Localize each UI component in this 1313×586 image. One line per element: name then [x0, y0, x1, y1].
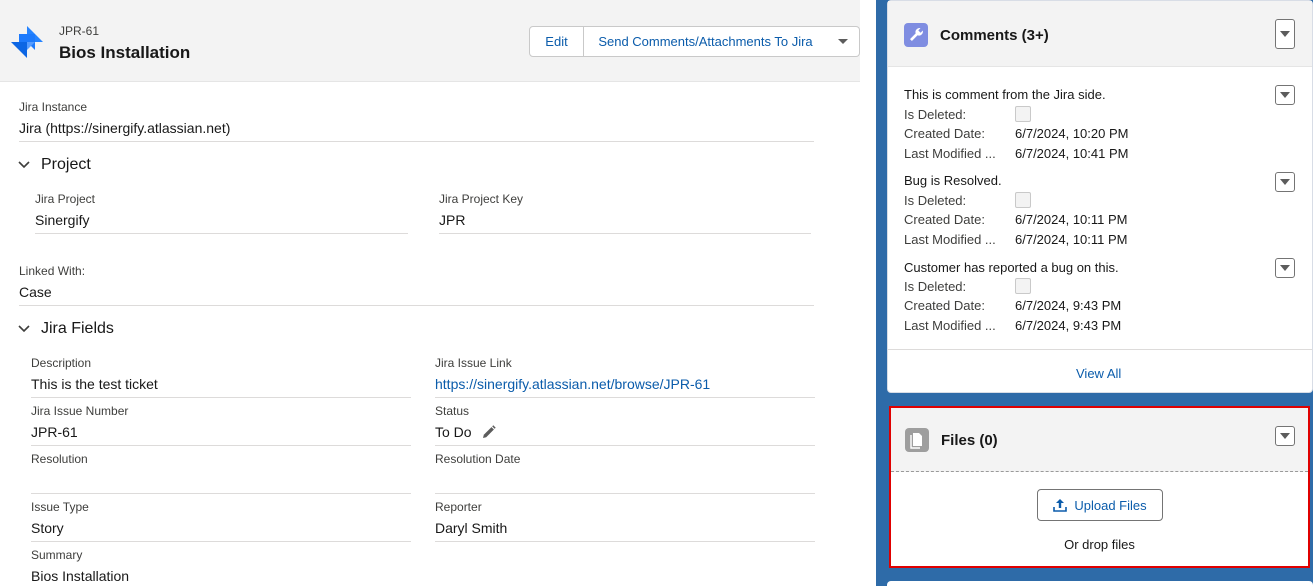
chevron-down-icon [838, 38, 848, 44]
divider [888, 349, 1312, 350]
created-date-value: 6/7/2024, 9:43 PM [1015, 298, 1122, 313]
last-modified-label: Last Modified ... [904, 232, 996, 247]
record-title: Bios Installation [59, 43, 191, 62]
summary-label: Summary [31, 548, 83, 562]
linked-with-value: Case [19, 284, 52, 300]
issue-number-value: JPR-61 [31, 424, 78, 440]
is-deleted-checkbox [1015, 278, 1031, 294]
comment-menu-button[interactable] [1275, 172, 1295, 192]
divider [435, 541, 815, 542]
is-deleted-label: Is Deleted: [904, 193, 967, 208]
reporter-value: Daryl Smith [435, 520, 508, 536]
wrench-icon [904, 23, 928, 47]
created-date-value: 6/7/2024, 10:11 PM [1015, 212, 1128, 227]
last-modified-label: Last Modified ... [904, 318, 996, 333]
chevron-down-icon [18, 325, 30, 333]
section-jira-fields-label: Jira Fields [41, 320, 114, 337]
record-detail-panel: JPR-61 Bios Installation Edit Send Comme… [0, 0, 876, 586]
files-card: Files (0) Upload Files Or drop files [889, 406, 1310, 568]
upload-icon [1053, 499, 1068, 512]
comment-text: Bug is Resolved. [904, 173, 1002, 188]
divider [19, 141, 814, 142]
comment-menu-button[interactable] [1275, 258, 1295, 278]
action-button-group: Edit Send Comments/Attachments To Jira [529, 26, 828, 57]
files-card-header: Files (0) [891, 408, 1308, 472]
section-project[interactable]: Project [17, 156, 91, 174]
chevron-down-icon [1280, 264, 1290, 271]
comment-text: This is comment from the Jira side. [904, 87, 1106, 102]
comments-card-header: Comments (3+) [888, 1, 1312, 67]
chevron-down-icon [1280, 178, 1290, 185]
view-all-link[interactable]: View All [1076, 366, 1121, 381]
files-title: Files (0) [941, 432, 998, 449]
chevron-down-icon [1280, 432, 1290, 439]
created-date-label: Created Date: [904, 126, 985, 141]
last-modified-value: 6/7/2024, 9:43 PM [1015, 318, 1122, 333]
linked-with-label: Linked With: [19, 264, 86, 278]
is-deleted-label: Is Deleted: [904, 107, 967, 122]
chevron-down-icon [18, 161, 30, 169]
chevron-down-icon [1280, 91, 1290, 98]
last-modified-value: 6/7/2024, 10:41 PM [1015, 146, 1129, 161]
send-comments-attachments-button[interactable]: Send Comments/Attachments To Jira [584, 26, 828, 57]
divider [35, 233, 408, 234]
description-value: This is the test ticket [31, 376, 158, 392]
jira-project-key-label: Jira Project Key [439, 192, 524, 206]
jira-project-label: Jira Project [35, 192, 96, 206]
record-key: JPR-61 [59, 24, 100, 38]
comments-card: Comments (3+) This is comment from the J… [887, 0, 1313, 393]
is-deleted-label: Is Deleted: [904, 279, 967, 294]
divider [435, 397, 815, 398]
divider [31, 541, 411, 542]
last-modified-value: 6/7/2024, 10:11 PM [1015, 232, 1128, 247]
file-icon [905, 428, 929, 452]
jira-instance-label: Jira Instance [19, 100, 88, 114]
comments-menu-button[interactable] [1275, 19, 1295, 49]
jira-project-key-value: JPR [439, 212, 466, 228]
resolution-date-label: Resolution Date [435, 452, 521, 466]
section-project-label: Project [41, 156, 91, 173]
jira-logo-icon [11, 26, 43, 58]
more-actions-button[interactable] [827, 26, 860, 57]
jira-instance-value: Jira (https://sinergify.atlassian.net) [19, 120, 231, 136]
last-modified-label: Last Modified ... [904, 146, 996, 161]
upload-files-button[interactable]: Upload Files [1037, 489, 1163, 521]
divider [439, 233, 811, 234]
edit-pencil-icon[interactable] [481, 425, 496, 440]
created-date-value: 6/7/2024, 10:20 PM [1015, 126, 1129, 141]
issue-type-label: Issue Type [31, 500, 89, 514]
divider [31, 397, 411, 398]
status-value: To Do [435, 424, 472, 440]
issue-number-label: Jira Issue Number [31, 404, 129, 418]
status-label: Status [435, 404, 470, 418]
edit-button[interactable]: Edit [529, 26, 584, 57]
issue-link-label: Jira Issue Link [435, 356, 512, 370]
chevron-down-icon [1280, 30, 1290, 37]
jira-project-value: Sinergify [35, 212, 90, 228]
record-header: JPR-61 Bios Installation Edit Send Comme… [0, 0, 860, 82]
divider [31, 445, 411, 446]
issue-link[interactable]: https://sinergify.atlassian.net/browse/J… [435, 376, 710, 392]
resolution-label: Resolution [31, 452, 88, 466]
created-date-label: Created Date: [904, 212, 985, 227]
comment-text: Customer has reported a bug on this. [904, 260, 1119, 275]
divider [19, 305, 814, 306]
reporter-label: Reporter [435, 500, 482, 514]
is-deleted-checkbox [1015, 106, 1031, 122]
drop-files-text: Or drop files [1064, 537, 1135, 552]
upload-files-label: Upload Files [1074, 497, 1147, 513]
created-date-label: Created Date: [904, 298, 985, 313]
divider [31, 493, 411, 494]
comments-title: Comments (3+) [940, 27, 1049, 44]
issue-type-value: Story [31, 520, 64, 536]
description-label: Description [31, 356, 92, 370]
is-deleted-checkbox [1015, 192, 1031, 208]
section-jira-fields[interactable]: Jira Fields [17, 320, 114, 338]
next-card-edge [887, 581, 1313, 586]
divider [435, 445, 815, 446]
files-menu-button[interactable] [1275, 426, 1295, 446]
summary-value: Bios Installation [31, 568, 130, 584]
divider [435, 493, 815, 494]
comment-menu-button[interactable] [1275, 85, 1295, 105]
